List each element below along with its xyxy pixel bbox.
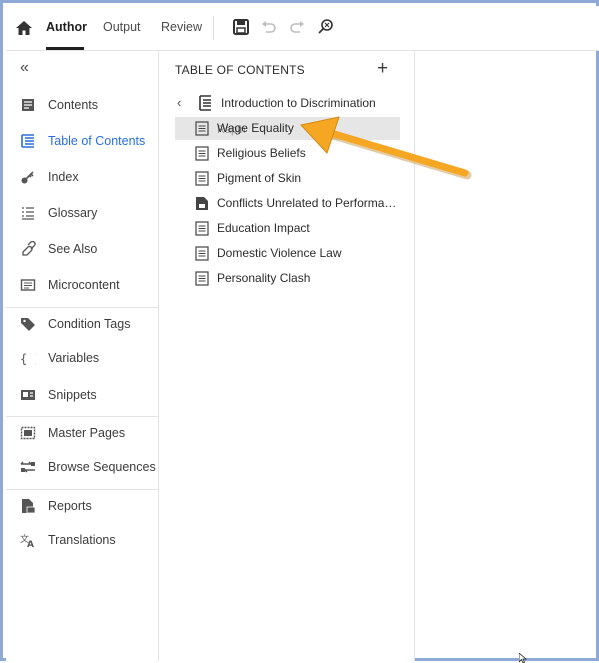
nav-item-label: Glossary — [48, 206, 98, 220]
tab-review[interactable]: Review — [161, 20, 202, 34]
left-navigation: « Contents Table of Contents Index Gloss… — [6, 51, 159, 661]
nav-item-contents[interactable]: Contents — [6, 92, 158, 118]
toc-item-domestic-violence-law[interactable]: Domestic Violence Law — [175, 242, 400, 265]
nav-item-label: Index — [48, 170, 79, 184]
nav-item-microcontent[interactable]: Microcontent — [6, 272, 158, 298]
nav-item-variables[interactable]: { } Variables — [6, 345, 158, 371]
tab-output[interactable]: Output — [103, 20, 141, 34]
nav-item-label: Variables — [48, 351, 100, 365]
toc-item-conflicts-unrelated[interactable]: Conflicts Unrelated to Performanc... — [175, 192, 400, 215]
nav-item-glossary[interactable]: Glossary — [6, 200, 158, 226]
braces-icon: { } — [20, 352, 36, 366]
nav-item-browse-sequences[interactable]: Browse Sequences — [6, 454, 158, 480]
nav-item-master-pages[interactable]: Master Pages — [6, 420, 158, 446]
see-also-icon — [22, 241, 36, 256]
save-icon[interactable] — [232, 18, 250, 36]
toc-book-label: Introduction to Discrimination — [221, 96, 376, 110]
nav-item-label: Condition Tags — [48, 317, 131, 331]
tag-icon — [21, 318, 35, 331]
nav-divider — [6, 416, 158, 417]
toc-item-personality-clash[interactable]: Personality Clash — [175, 267, 400, 290]
microcontent-icon — [20, 279, 36, 291]
nav-item-label: Table of Contents — [48, 134, 146, 148]
top-toolbar: Author Output Review — [6, 6, 599, 51]
nav-item-label: Master Pages — [48, 426, 126, 440]
topic-icon — [195, 171, 209, 186]
toolbar-divider — [213, 16, 214, 40]
panel-title: TABLE OF CONTENTS — [175, 63, 305, 77]
svg-text:{ }: { } — [20, 352, 36, 366]
topic-icon — [195, 221, 209, 236]
nav-item-reports[interactable]: Reports — [6, 493, 158, 519]
master-page-icon — [20, 426, 36, 440]
nav-item-index[interactable]: Index — [6, 164, 158, 190]
glossary-icon — [22, 207, 34, 220]
redo-icon[interactable] — [288, 18, 306, 36]
toc-book-icon — [199, 95, 211, 111]
topic-icon — [195, 146, 209, 161]
toc-item-label: Conflicts Unrelated to Performanc... — [217, 196, 400, 210]
report-icon — [22, 499, 36, 514]
app-window: Author Output Review « Contents Table of… — [0, 0, 599, 663]
topic-icon — [195, 246, 209, 261]
toc-item-label: Wage Equality — [217, 121, 294, 135]
html-topic-icon — [196, 197, 208, 210]
undo-icon[interactable] — [260, 18, 278, 36]
toc-item-label: Domestic Violence Law — [217, 246, 342, 260]
toc-item-label: Education Impact — [217, 221, 310, 235]
find-replace-icon[interactable] — [317, 18, 335, 36]
mouse-cursor-icon — [519, 653, 527, 663]
nav-item-see-also[interactable]: See Also — [6, 236, 158, 262]
collapse-panel-icon[interactable]: « — [20, 59, 29, 77]
home-icon[interactable] — [15, 20, 33, 36]
nav-item-label: Snippets — [48, 388, 97, 402]
active-tab-indicator — [46, 47, 84, 50]
add-icon[interactable]: + — [377, 59, 388, 78]
toc-item-education-impact[interactable]: Education Impact — [175, 217, 400, 240]
nav-divider — [6, 489, 158, 490]
toc-item-label: Pigment of Skin — [217, 171, 302, 185]
nav-item-label: Contents — [48, 98, 99, 112]
translate-icon: 文A — [20, 533, 34, 548]
browse-sequence-icon — [20, 461, 35, 473]
chevron-left-icon[interactable]: ‹ — [177, 95, 181, 110]
nav-item-translations[interactable]: 文A Translations — [6, 527, 158, 553]
nav-item-table-of-contents[interactable]: Table of Contents — [6, 128, 158, 154]
topic-icon — [195, 271, 209, 286]
snippet-icon — [21, 390, 35, 400]
svg-text:A: A — [27, 540, 34, 548]
annotation-arrow — [300, 116, 472, 180]
nav-item-label: Reports — [48, 499, 92, 513]
nav-item-label: Translations — [48, 533, 116, 547]
toc-icon — [21, 134, 34, 148]
nav-item-condition-tags[interactable]: Condition Tags — [6, 311, 158, 337]
nav-divider — [6, 307, 158, 308]
toc-book-introduction[interactable]: ‹ Introduction to Discrimination — [175, 93, 410, 115]
key-icon — [21, 171, 34, 184]
contents-icon — [22, 99, 34, 111]
nav-item-snippets[interactable]: Snippets — [6, 382, 158, 408]
nav-item-label: See Also — [48, 242, 98, 256]
toc-item-label: Personality Clash — [217, 271, 311, 285]
topic-icon — [195, 121, 209, 136]
nav-item-label: Browse Sequences — [48, 460, 156, 474]
tab-author[interactable]: Author — [46, 20, 87, 34]
nav-item-label: Microcontent — [48, 278, 120, 292]
